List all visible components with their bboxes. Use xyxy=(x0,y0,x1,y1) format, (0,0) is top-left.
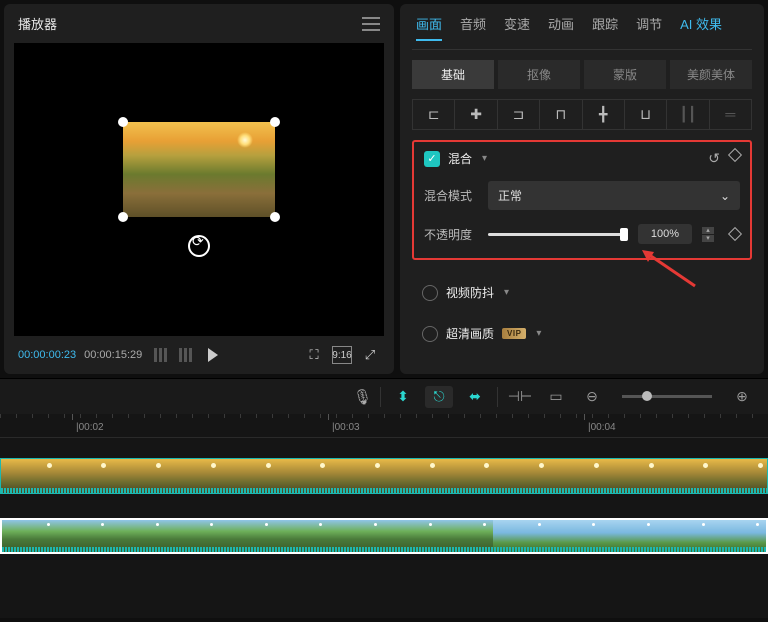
opacity-value[interactable]: 100% xyxy=(638,224,692,244)
clip-preview-image xyxy=(123,122,275,217)
frame-prev-icon[interactable] xyxy=(154,348,167,362)
chevron-down-icon[interactable]: ▾ xyxy=(504,287,509,298)
menu-icon[interactable] xyxy=(362,17,380,31)
hq-label: 超清画质 xyxy=(446,325,494,342)
player-canvas[interactable] xyxy=(14,43,384,336)
tab-ai-effect[interactable]: AI 效果 xyxy=(680,14,722,41)
align-top-icon[interactable]: ⊓ xyxy=(540,100,582,129)
player-panel: 播放器 00:00:00:23 00:00:15:29 ⛶ xyxy=(4,4,394,374)
tab-animation[interactable]: 动画 xyxy=(548,14,574,41)
clip-bar-1[interactable] xyxy=(0,458,768,494)
opacity-keyframe-icon[interactable] xyxy=(728,227,742,241)
align-right-icon[interactable]: ⊐ xyxy=(498,100,540,129)
focus-icon[interactable]: ⛶ xyxy=(304,346,324,364)
timecode-total: 00:00:15:29 xyxy=(84,349,142,361)
tab-audio[interactable]: 音频 xyxy=(460,14,486,41)
align-vcenter-icon[interactable]: ╋ xyxy=(583,100,625,129)
sync-icon[interactable] xyxy=(188,235,210,257)
chevron-down-icon: ⌄ xyxy=(720,189,730,203)
link-icon[interactable]: ⎋ xyxy=(425,386,453,408)
blend-checkbox[interactable] xyxy=(424,151,440,167)
snap-icon[interactable]: ⬌ xyxy=(461,386,489,408)
tab-speed[interactable]: 变速 xyxy=(504,14,530,41)
sub-tab-basic[interactable]: 基础 xyxy=(412,60,494,89)
tab-tracking[interactable]: 跟踪 xyxy=(592,14,618,41)
video-track-2[interactable] xyxy=(0,518,768,558)
timeline-toolbar: 🎙 ⬍ ⎋ ⬌ ⊣⊢ ▭ ⊖ ⊕ xyxy=(0,378,768,414)
tick-label: |00:03 xyxy=(332,422,360,433)
zoom-out-icon[interactable]: ⊖ xyxy=(578,386,606,408)
clip-bar-2[interactable] xyxy=(0,518,768,554)
aspect-ratio-display[interactable]: 9:16 xyxy=(332,346,352,364)
selected-clip-frame[interactable] xyxy=(123,122,275,217)
opacity-slider[interactable] xyxy=(488,233,628,236)
blend-label: 混合 xyxy=(448,150,472,167)
chevron-down-icon[interactable]: ▾ xyxy=(482,153,487,164)
annotation-arrow-icon xyxy=(640,248,700,288)
frame-next-icon[interactable] xyxy=(179,348,192,362)
fullscreen-icon[interactable]: ⤢ xyxy=(360,346,380,364)
blend-mode-label: 混合模式 xyxy=(424,187,478,204)
reset-icon[interactable]: ↺ xyxy=(708,150,720,167)
resize-handle-tl[interactable] xyxy=(118,117,128,127)
timeline-panel: |00:02 |00:03 |00:04 xyxy=(0,414,768,618)
align-hcenter-icon[interactable]: ✚ xyxy=(455,100,497,129)
opacity-stepper[interactable]: ▴▾ xyxy=(702,227,714,242)
slider-thumb[interactable] xyxy=(620,228,628,241)
stabilize-label: 视频防抖 xyxy=(446,284,494,301)
align-bottom-icon[interactable]: ⊔ xyxy=(625,100,667,129)
tab-adjust[interactable]: 调节 xyxy=(636,14,662,41)
zoom-slider[interactable] xyxy=(622,395,712,398)
vip-badge: VIP xyxy=(502,328,526,339)
properties-panel: 画面 音频 变速 动画 跟踪 调节 AI 效果 基础 抠像 蒙版 美颜美体 ⊏ … xyxy=(400,4,764,374)
player-title: 播放器 xyxy=(18,14,57,33)
video-track-1[interactable] xyxy=(0,458,768,498)
align-clip-icon[interactable]: ⊣⊢ xyxy=(506,386,534,408)
blend-section-highlighted: 混合 ▾ ↺ 混合模式 正常 ⌄ 不透明度 100% xyxy=(412,140,752,260)
preview-mode-icon[interactable]: ▭ xyxy=(542,386,570,408)
tab-picture[interactable]: 画面 xyxy=(416,14,442,41)
sub-tab-matting[interactable]: 抠像 xyxy=(498,60,580,89)
stabilize-checkbox[interactable] xyxy=(422,285,438,301)
blend-mode-value: 正常 xyxy=(498,187,522,204)
magnet-icon[interactable]: ⬍ xyxy=(389,386,417,408)
tick-label: |00:02 xyxy=(76,422,104,433)
distribute-h-icon: ┃┃ xyxy=(667,100,709,129)
sub-tab-mask[interactable]: 蒙版 xyxy=(584,60,666,89)
sub-tab-beauty[interactable]: 美颜美体 xyxy=(670,60,752,89)
tick-label: |00:04 xyxy=(588,422,616,433)
keyframe-icon[interactable] xyxy=(728,148,742,162)
resize-handle-tr[interactable] xyxy=(270,117,280,127)
timecode-current: 00:00:00:23 xyxy=(18,349,76,361)
opacity-label: 不透明度 xyxy=(424,226,478,243)
hq-checkbox[interactable] xyxy=(422,326,438,342)
timeline-ruler[interactable]: |00:02 |00:03 |00:04 xyxy=(0,414,768,438)
mic-icon[interactable]: 🎙 xyxy=(353,388,372,406)
zoom-in-icon[interactable]: ⊕ xyxy=(728,386,756,408)
resize-handle-bl[interactable] xyxy=(118,212,128,222)
blend-mode-select[interactable]: 正常 ⌄ xyxy=(488,181,740,210)
chevron-down-icon[interactable]: ▾ xyxy=(536,328,541,339)
resize-handle-br[interactable] xyxy=(270,212,280,222)
distribute-v-icon: ═ xyxy=(710,100,751,129)
align-left-icon[interactable]: ⊏ xyxy=(413,100,455,129)
play-button[interactable] xyxy=(208,348,218,362)
